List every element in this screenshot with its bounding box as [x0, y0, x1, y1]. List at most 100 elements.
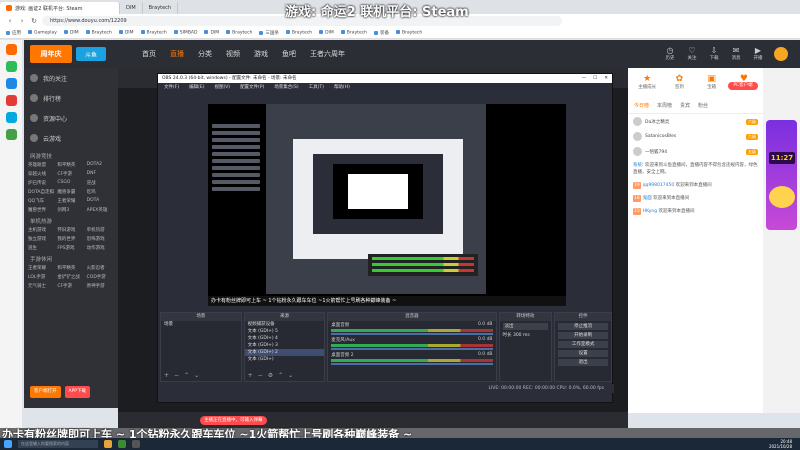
bookmark-item[interactable]: 装备 — [373, 30, 389, 36]
checkin-button[interactable]: ✿ 签到 — [664, 74, 694, 96]
obs-menu-profile[interactable]: 配置文件(P) — [240, 83, 264, 92]
gear-icon[interactable]: ⚙ — [268, 372, 273, 379]
category-link[interactable]: 魔兽世界 — [28, 207, 55, 213]
event-banner[interactable] — [766, 120, 797, 230]
tab-week[interactable]: 本周榜 — [657, 102, 672, 109]
category-link[interactable]: 逃生 — [28, 245, 55, 251]
pc-client-button[interactable]: PC客户端 — [728, 82, 758, 90]
category-link[interactable]: 和平精英 — [57, 162, 84, 168]
rank-row[interactable]: SatanicosBles 六级 — [628, 129, 763, 144]
category-link[interactable]: 穿越火线 — [28, 171, 55, 177]
add-icon[interactable]: + — [164, 372, 169, 379]
app-shortcut-icon[interactable] — [5, 95, 17, 106]
category-link[interactable]: APEX英雄 — [87, 207, 114, 213]
obs-menu-help[interactable]: 帮助(H) — [334, 83, 350, 92]
rank-row[interactable]: 一悟狐794 五级 — [628, 144, 763, 159]
duration-input[interactable]: 300 ms — [513, 333, 530, 338]
category-link[interactable]: DOTA2 — [87, 162, 114, 168]
refresh-icon[interactable]: ↻ — [30, 17, 38, 25]
category-link[interactable]: 王者荣耀 — [28, 265, 55, 271]
bookmark-item[interactable]: DIM — [63, 30, 79, 36]
category-link[interactable]: 主机游戏 — [28, 227, 55, 233]
settings-button[interactable]: 设置 — [558, 350, 609, 357]
follow-button[interactable]: ♡ 关注 — [686, 46, 698, 62]
browser-tab-dim[interactable]: DIM — [120, 2, 143, 14]
category-link[interactable]: CF手游 — [57, 171, 84, 177]
transition-select[interactable]: 淡出 — [502, 323, 549, 330]
down-icon[interactable]: ⌄ — [288, 372, 293, 379]
bookmark-item[interactable]: Gameplay — [28, 30, 57, 36]
volume-slider[interactable] — [331, 348, 493, 350]
explorer-icon[interactable] — [104, 440, 112, 448]
history-button[interactable]: ◷ 历史 — [664, 46, 676, 62]
category-link[interactable]: FPS游戏 — [57, 245, 84, 251]
category-link[interactable]: 怀旧游戏 — [57, 227, 84, 233]
source-item[interactable]: 文本 (GDI+) — [245, 356, 325, 363]
obs-icon[interactable] — [132, 440, 140, 448]
rocket-badge-icon[interactable] — [769, 186, 795, 208]
bookmark-item[interactable]: Braytech — [226, 30, 252, 36]
open-client-button[interactable]: 客户端打开 — [30, 386, 61, 398]
category-link[interactable]: COD手游 — [87, 274, 114, 280]
category-link[interactable]: 独立游戏 — [28, 236, 55, 242]
category-link[interactable]: 吃鸡 — [87, 189, 114, 195]
anchor-growth-button[interactable]: ★ 主播成长 — [632, 74, 662, 96]
up-icon[interactable]: ⌃ — [278, 372, 283, 379]
category-link[interactable]: 炉石传说 — [28, 180, 55, 186]
stop-stream-button[interactable]: 停止推流 — [558, 323, 609, 330]
bookmark-item[interactable]: SIMBAD — [173, 30, 197, 36]
category-link[interactable]: 英雄联盟 — [28, 162, 55, 168]
source-item[interactable]: 视频捕获设备 — [245, 321, 325, 328]
category-link[interactable]: QQ飞车 — [28, 198, 55, 204]
category-link[interactable]: LOL手游 — [28, 274, 55, 280]
app-shortcut-icon[interactable] — [5, 61, 17, 72]
nav-category[interactable]: 分类 — [198, 49, 212, 59]
app-shortcut-icon[interactable] — [5, 129, 17, 140]
source-item[interactable]: 文本 (GDI+) 2 — [244, 349, 325, 356]
category-link[interactable]: 魔兽争霸 — [57, 189, 84, 195]
category-link[interactable]: 单机热游 — [87, 227, 114, 233]
windows-start-icon[interactable] — [4, 440, 12, 448]
bookmark-item[interactable]: Braytech — [340, 30, 367, 36]
bookmark-item[interactable]: Braytech — [395, 30, 422, 36]
treasure-button[interactable]: ▣ 宝箱 — [697, 74, 727, 96]
category-link[interactable]: 元气骑士 — [28, 283, 55, 289]
danmu-hint[interactable]: 主播正在直播中，可输入弹幕 — [200, 416, 267, 425]
source-item[interactable]: 文本 (GDI+) 4 — [245, 335, 325, 342]
golive-button[interactable]: ▶ 开播 — [752, 46, 764, 62]
category-link[interactable]: 火影忍者 — [87, 265, 114, 271]
category-link[interactable]: 王者荣耀 — [57, 198, 84, 204]
app-shortcut-icon[interactable] — [5, 78, 17, 89]
rank-row[interactable]: Da冰之精灵 六级 — [628, 114, 763, 129]
tab-fans[interactable]: 粉丝 — [698, 102, 708, 109]
bookmark-item[interactable]: Braytech — [85, 30, 112, 36]
category-link[interactable]: CF手游 — [57, 283, 84, 289]
up-icon[interactable]: ⌃ — [184, 372, 189, 379]
back-icon[interactable]: ‹ — [6, 17, 14, 25]
nav-game[interactable]: 游戏 — [254, 49, 268, 59]
volume-slider[interactable] — [331, 333, 493, 335]
start-recording-button[interactable]: 开始录制 — [558, 332, 609, 339]
close-icon[interactable]: ✕ — [604, 74, 608, 83]
scene-item[interactable]: 场景 — [161, 321, 241, 328]
sidebar-item-cloudgame[interactable]: 云游戏 — [24, 128, 118, 148]
obs-menu-edit[interactable]: 编辑(E) — [189, 83, 204, 92]
tab-today[interactable]: 今日榜 — [634, 102, 649, 109]
category-link[interactable]: 动作游戏 — [87, 245, 114, 251]
app-shortcut-icon[interactable] — [5, 112, 17, 123]
category-link[interactable]: 和平精英 — [57, 265, 84, 271]
category-link[interactable]: 恐怖游戏 — [87, 236, 114, 242]
bookmark-item[interactable]: DIM — [204, 30, 219, 36]
obs-menu-tools[interactable]: 工具(T) — [309, 83, 324, 92]
sidebar-item-follow[interactable]: 我的关注 — [24, 68, 118, 88]
category-link[interactable]: 逆战 — [87, 180, 114, 186]
category-link[interactable]: 原神手游 — [87, 283, 114, 289]
category-link[interactable]: DOTA自走棋 — [28, 189, 55, 195]
minimize-icon[interactable]: — — [582, 74, 587, 83]
douyu-logo[interactable]: 周年庆 — [30, 45, 72, 63]
bookmark-item[interactable]: DIM — [319, 30, 334, 36]
studio-mode-button[interactable]: 工作室模式 — [558, 341, 609, 348]
category-link[interactable]: 剑网3 — [57, 207, 84, 213]
taskbar-search[interactable]: 在这里输入你要搜索的内容 — [18, 440, 98, 448]
browser-tab-braytech[interactable]: Braytech — [143, 2, 179, 14]
